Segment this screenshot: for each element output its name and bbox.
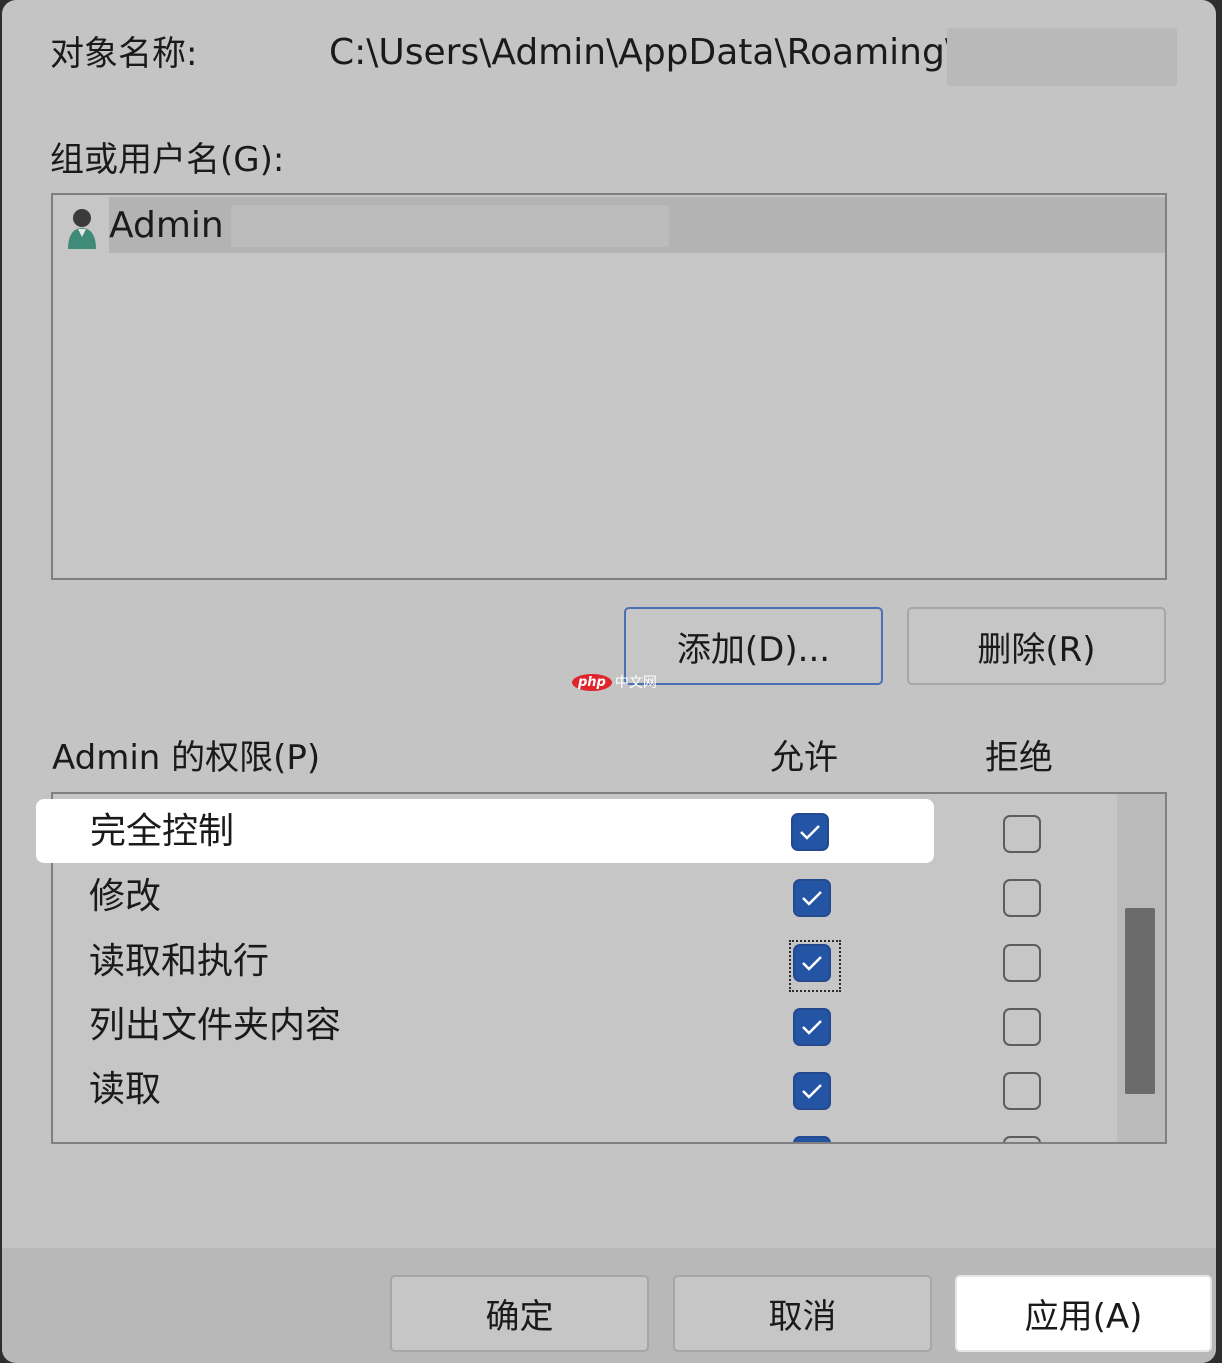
deny-read-execute-checkbox[interactable] (1003, 944, 1041, 982)
allow-modify-checkbox[interactable] (793, 879, 831, 917)
check-icon (802, 1020, 822, 1035)
deny-next-checkbox[interactable] (1003, 1136, 1041, 1142)
allow-full-control-checkbox[interactable] (791, 813, 829, 851)
watermark-logo: php (572, 673, 612, 691)
scrollbar[interactable] (1117, 794, 1165, 1142)
table-row: 读取和执行 (53, 931, 1119, 995)
list-item[interactable]: Admin (68, 197, 1165, 253)
allow-read-checkbox[interactable] (793, 1072, 831, 1110)
check-icon (802, 956, 822, 971)
watermark: php 中文网 (572, 672, 657, 692)
redacted-path-segment (947, 28, 1177, 86)
cancel-button[interactable]: 取消 (673, 1275, 932, 1352)
permission-name: 读取和执行 (89, 941, 270, 982)
table-row (53, 1123, 1119, 1142)
allow-header: 允许 (770, 738, 838, 778)
allow-read-execute-checkbox[interactable] (793, 944, 831, 982)
ok-button[interactable]: 确定 (390, 1275, 649, 1352)
allow-next-checkbox[interactable] (793, 1136, 831, 1142)
user-name: Admin (109, 205, 224, 246)
permission-name: 完全控制 (90, 811, 235, 852)
permissions-label: Admin 的权限(P) (52, 738, 321, 778)
security-dialog: 对象名称: C:\Users\Admin\AppData\Roaming\ 组或… (2, 0, 1216, 1363)
permission-name: 读取 (89, 1069, 162, 1110)
check-icon (802, 1084, 822, 1099)
permission-name: 修改 (89, 876, 162, 917)
deny-list-folder-checkbox[interactable] (1003, 1008, 1041, 1046)
user-list[interactable]: Admin (51, 193, 1167, 580)
highlighted-row: 完全控制 (36, 799, 934, 863)
user-icon (68, 209, 96, 249)
check-icon (802, 891, 822, 906)
object-path: C:\Users\Admin\AppData\Roaming\ (329, 32, 957, 73)
add-button[interactable]: 添加(D)... (624, 607, 883, 685)
watermark-text: 中文网 (614, 675, 657, 691)
table-row: 修改 (53, 866, 1119, 930)
deny-modify-checkbox[interactable] (1003, 879, 1041, 917)
check-icon (800, 825, 820, 840)
allow-list-folder-checkbox[interactable] (793, 1008, 831, 1046)
object-name-label: 对象名称: (50, 34, 198, 74)
deny-full-control-checkbox[interactable] (1003, 815, 1041, 853)
remove-button[interactable]: 删除(R) (907, 607, 1166, 685)
deny-read-checkbox[interactable] (1003, 1072, 1041, 1110)
scroll-thumb[interactable] (1125, 908, 1155, 1094)
deny-header: 拒绝 (985, 738, 1053, 778)
permission-name: 列出文件夹内容 (89, 1005, 342, 1046)
table-row: 读取 (53, 1059, 1119, 1123)
groups-label: 组或用户名(G): (50, 140, 285, 180)
table-row: 列出文件夹内容 (53, 995, 1119, 1059)
redacted-user-detail (231, 205, 669, 247)
apply-button[interactable]: 应用(A) (955, 1275, 1212, 1352)
